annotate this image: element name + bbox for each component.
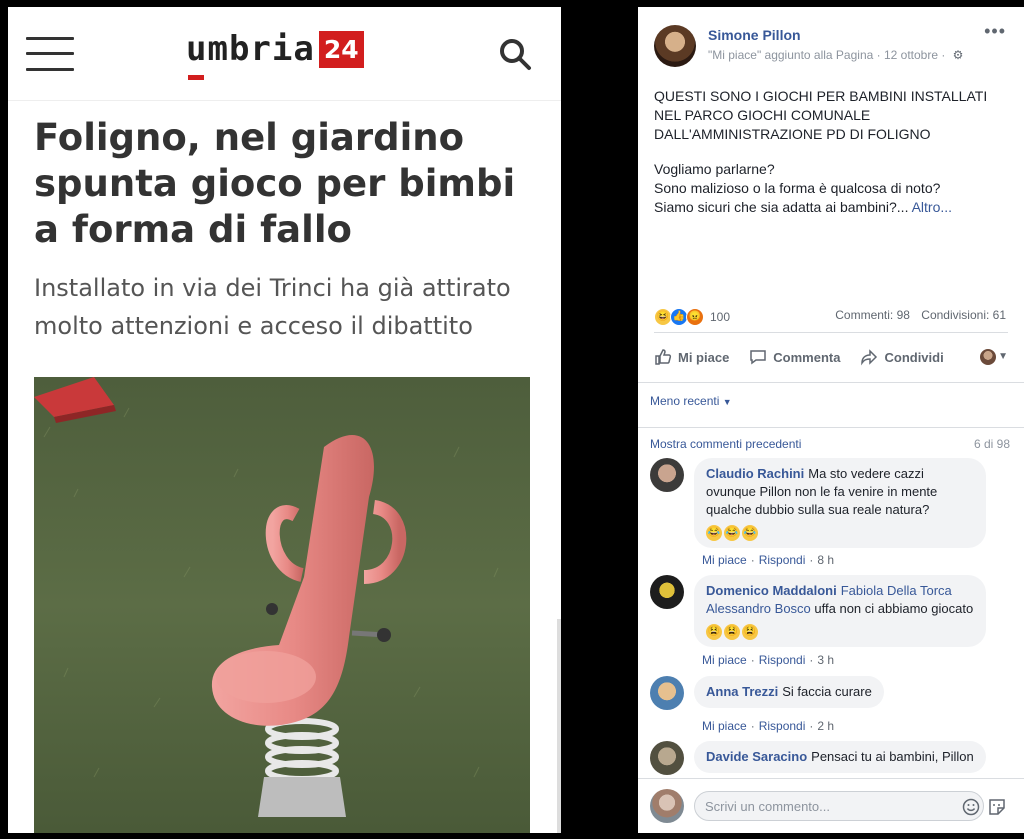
tagged-user[interactable]: Alessandro Bosco xyxy=(706,601,811,616)
commenter-avatar[interactable] xyxy=(650,676,684,710)
post-paragraph-text: Vogliamo parlarne? Sono malizioso o la f… xyxy=(654,161,941,215)
logo-text: umbria xyxy=(186,29,315,69)
user-avatar[interactable] xyxy=(650,789,684,823)
laughing-emoji-icon: 😂 xyxy=(706,525,722,541)
comment-like-link[interactable]: Mi piace xyxy=(702,719,747,733)
post-meta-text: "Mi piace" aggiunto alla Pagina · 12 ott… xyxy=(708,48,946,62)
comment-time[interactable]: 3 h xyxy=(817,653,834,667)
comment-icon xyxy=(750,350,767,365)
article-panel: umbria 24 Foligno, nel giardino spunta g… xyxy=(8,7,561,833)
article-headline: Foligno, nel giardino spunta gioco per b… xyxy=(34,116,516,251)
comment-button[interactable]: Commenta xyxy=(749,348,840,366)
commenter-avatar[interactable] xyxy=(650,458,684,492)
site-header: umbria 24 xyxy=(8,7,561,101)
comment-bubble: Domenico Maddaloni Fabiola Della Torca Al… xyxy=(694,575,986,647)
like-button[interactable]: Mi piace xyxy=(654,348,729,366)
comment-text: Pensaci tu ai bambini, Pillon xyxy=(811,749,974,764)
commenter-avatar[interactable] xyxy=(650,575,684,609)
facebook-post: Simone Pillon "Mi piace" aggiunto alla P… xyxy=(638,7,1024,833)
like-label: Mi piace xyxy=(678,349,730,365)
comment-text: Si faccia curare xyxy=(782,684,872,699)
see-more-link[interactable]: Altro... xyxy=(912,199,952,215)
share-as-avatar[interactable] xyxy=(980,349,996,365)
comment-actions: Mi piace · Rispondi · 3 h xyxy=(702,653,835,667)
comment-time[interactable]: 2 h xyxy=(817,719,834,733)
comment-time[interactable]: 8 h xyxy=(817,553,834,567)
comment-sort-dropdown[interactable]: Meno recenti ▼ xyxy=(650,394,732,408)
post-paragraph: QUESTI SONO I GIOCHI PER BAMBINI INSTALL… xyxy=(654,88,988,142)
sticker-icon[interactable] xyxy=(988,798,1006,816)
reaction-count: 100 xyxy=(710,310,731,324)
crying-emoji-icon: 😫 xyxy=(742,624,758,640)
post-options-button[interactable]: ••• xyxy=(984,21,1006,42)
article-subtitle: Installato in via dei Trinci ha già atti… xyxy=(34,274,511,340)
commenter-name[interactable]: Davide Saracino xyxy=(706,749,807,764)
show-previous-comments-link[interactable]: Mostra commenti precedenti xyxy=(650,437,801,451)
chevron-down-icon[interactable]: ▼ xyxy=(998,351,1008,362)
commenter-name[interactable]: Claudio Rachini xyxy=(706,466,804,481)
thumbs-up-icon xyxy=(655,349,672,365)
comment-reply-link[interactable]: Rispondi xyxy=(759,719,806,733)
caret-down-icon: ▼ xyxy=(722,397,732,407)
divider xyxy=(638,427,1024,428)
post-body: QUESTI SONO I GIOCHI PER BAMBINI INSTALL… xyxy=(654,87,1014,233)
commenter-avatar[interactable] xyxy=(650,741,684,775)
comments-count[interactable]: Commenti: 98 xyxy=(835,308,910,322)
post-author[interactable]: Simone Pillon xyxy=(708,27,801,43)
laughing-emoji-icon: 😂 xyxy=(724,525,740,541)
share-button[interactable]: Condividi xyxy=(860,348,944,366)
crying-emoji-icon: 😫 xyxy=(724,624,740,640)
gear-icon[interactable]: ⚙ xyxy=(953,48,964,62)
tagged-user[interactable]: Fabiola Della Torca xyxy=(841,583,952,598)
comment-bubble: Claudio Rachini Ma sto vedere cazzi ovunq… xyxy=(694,458,986,548)
shares-count[interactable]: Condivisioni: 61 xyxy=(921,308,1006,322)
comment-actions: Mi piace · Rispondi · 8 h xyxy=(702,553,835,567)
post-paragraph: Vogliamo parlarne? Sono malizioso o la f… xyxy=(654,160,1014,217)
logo-number: 24 xyxy=(318,30,364,68)
logo-accent xyxy=(188,75,204,80)
site-logo[interactable]: umbria 24 xyxy=(186,29,364,80)
comment-like-link[interactable]: Mi piace xyxy=(702,653,747,667)
article-photo xyxy=(34,377,530,833)
comment-like-link[interactable]: Mi piace xyxy=(702,553,747,567)
sort-label: Meno recenti xyxy=(650,394,720,408)
comment-text: uffa non ci abbiamo giocato xyxy=(814,601,974,616)
share-icon xyxy=(861,349,878,366)
angry-reaction-icon: 😠 xyxy=(686,308,704,326)
search-icon[interactable] xyxy=(498,37,532,71)
commenter-name[interactable]: Domenico Maddaloni xyxy=(706,583,837,598)
comment-actions: Mi piace · Rispondi · 2 h xyxy=(702,719,835,733)
comment-composer: Scrivi un commento... xyxy=(638,778,1024,833)
share-label: Condividi xyxy=(884,349,944,365)
engagement-counts: Commenti: 98 Condivisioni: 61 xyxy=(827,308,1006,322)
hamburger-menu-icon[interactable] xyxy=(26,37,74,71)
comment-reply-link[interactable]: Rispondi xyxy=(759,653,806,667)
comment-reply-link[interactable]: Rispondi xyxy=(759,553,806,567)
crying-emoji-icon: 😫 xyxy=(706,624,722,640)
author-avatar[interactable] xyxy=(654,25,696,67)
divider xyxy=(654,332,1008,333)
scrollbar[interactable] xyxy=(557,619,561,833)
emoji-icon[interactable] xyxy=(962,798,980,816)
commenter-name[interactable]: Anna Trezzi xyxy=(706,684,778,699)
comment-label: Commenta xyxy=(773,349,841,365)
comment-bubble: Anna Trezzi Si faccia curare xyxy=(694,676,884,708)
post-meta: "Mi piace" aggiunto alla Pagina · 12 ott… xyxy=(708,48,963,62)
laughing-emoji-icon: 😂 xyxy=(742,525,758,541)
reactions-summary[interactable]: 😆 👍 😠 100 xyxy=(654,308,730,326)
comment-bubble: Davide Saracino Pensaci tu ai bambini, Pi… xyxy=(694,741,986,773)
comment-input[interactable]: Scrivi un commento... xyxy=(694,791,984,821)
comment-page-count: 6 di 98 xyxy=(973,437,1010,451)
divider xyxy=(638,382,1024,383)
post-actions: Mi piace Commenta Condividi xyxy=(654,342,1008,372)
